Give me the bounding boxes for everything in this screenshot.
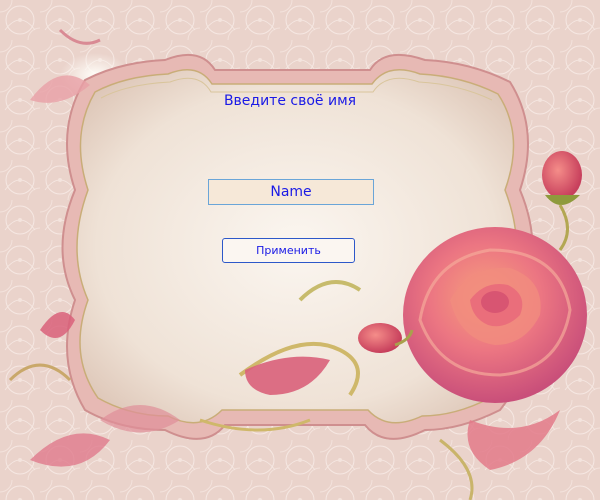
name-input[interactable] (208, 179, 374, 205)
apply-button[interactable]: Применить (222, 238, 355, 263)
page-title: Введите своё имя (223, 93, 357, 109)
